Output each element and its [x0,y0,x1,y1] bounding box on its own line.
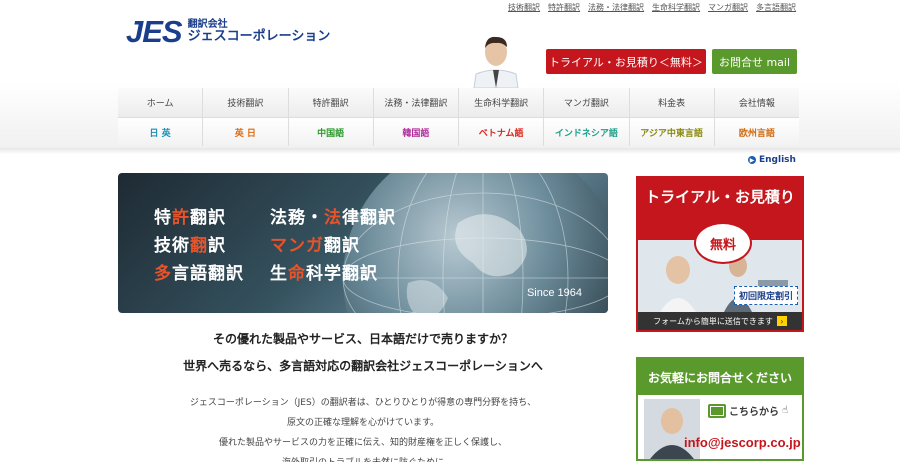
arrow-circle-icon: ▶ [748,156,756,164]
pointer-hand-icon: ☝ [782,405,789,416]
nav-lang-asia-middle-east[interactable]: アジア中東言語 [628,118,714,146]
contact-mail-button[interactable]: お問合せ mail [712,49,797,74]
sidebar-trial-footer: フォームから簡単に送信できます › [638,312,802,330]
logo-text: 翻訳会社 ジェスコーポレーション [188,19,331,44]
logo-company-name: ジェスコーポレーション [187,28,331,44]
contact-person-photo [644,399,700,459]
intro-paragraph: ジェスコーポレーション（JES）の翻訳者は、ひとりひとりが得意の専門分野を持ち、… [118,393,608,462]
nav-lang-korean[interactable]: 韓国語 [372,118,458,146]
trial-estimate-button[interactable]: トライアル・お見積り＜無料＞ [546,49,706,74]
site-logo[interactable]: JES 翻訳会社 ジェスコーポレーション [126,16,330,47]
banner-manga: マンガ翻訳 [270,236,360,256]
top-links: 技術翻訳 特許翻訳 法務・法律翻訳 生命科学翻訳 マンガ翻訳 多言語翻訳 [508,2,796,13]
nav-item-patent[interactable]: 特許翻訳 [287,88,373,117]
banner-lifescience: 生命科学翻訳 [270,264,378,284]
top-link-multilingual[interactable]: 多言語翻訳 [756,2,796,13]
sidebar-contact-title: お気軽にお問合せください [638,359,802,395]
nav-item-home[interactable]: ホーム [118,88,202,117]
since-label: Since 1964 [526,287,582,299]
logo-mark: JES [126,14,183,49]
intro-line: 海外取引のトラブルを未然に防ぐために [118,453,608,462]
nav-lang-en-ja[interactable]: 英 日 [202,118,287,146]
nav-lang-indonesian[interactable]: インドネシア語 [543,118,628,146]
nav-lang-vietnamese[interactable]: ベトナム語 [458,118,543,146]
nav-item-company[interactable]: 会社情報 [713,88,799,117]
nav-lang-european[interactable]: 欧州言語 [713,118,799,146]
banner-technical: 技術翻訳 [154,236,226,256]
banner-multilingual: 多言語翻訳 [154,264,244,284]
intro-line: 優れた製品やサービスの力を正確に伝え、知的財産権を正しく保護し、 [218,438,507,448]
mail-icon [708,403,726,418]
top-link-technical[interactable]: 技術翻訳 [508,2,540,13]
hero-banner: 特許翻訳 法務・法律翻訳 技術翻訳 マンガ翻訳 多言語翻訳 生命科学翻訳 Sin… [118,173,608,313]
nav-lang-chinese[interactable]: 中国語 [287,118,373,146]
headline-line-2: 世界へ売るなら、多言語対応の翻訳会社ジェスコーポレーションへ [183,359,543,373]
sidebar-trial-banner[interactable]: トライアル・お見積り 無料 初回限定割引 フォームから簡単に送信できます › [636,176,804,332]
top-link-patent[interactable]: 特許翻訳 [548,2,580,13]
nav-item-technical[interactable]: 技術翻訳 [202,88,287,117]
main-navigation: ホーム 技術翻訳 特許翻訳 法務・法律翻訳 生命科学翻訳 マンガ翻訳 料金表 会… [118,88,799,146]
sidebar-trial-footer-label: フォームから簡単に送信できます [653,316,773,326]
chevron-right-icon: › [776,316,787,326]
contact-cta[interactable]: こちらから ☝ [708,403,788,418]
nav-lang-ja-en[interactable]: 日 英 [118,118,202,146]
businessman-photo [466,30,526,88]
nav-item-pricing[interactable]: 料金表 [628,88,714,117]
contact-cta-label: こちらから [729,407,779,418]
first-time-discount-badge: 初回限定割引 [733,286,798,305]
banner-legal: 法務・法律翻訳 [270,208,396,228]
headline-line-1: その優れた製品やサービス、日本語だけで売りますか？ [212,332,513,346]
intro-line: 原文の正確な理解を心がけています。 [286,418,440,428]
top-link-legal[interactable]: 法務・法律翻訳 [588,2,644,13]
intro-line: ジェスコーポレーション（JES）の翻訳者は、ひとりひとりが得意の専門分野を持ち、 [189,398,537,408]
nav-item-manga[interactable]: マンガ翻訳 [543,88,628,117]
free-badge: 無料 [694,222,752,264]
nav-service-row: ホーム 技術翻訳 特許翻訳 法務・法律翻訳 生命科学翻訳 マンガ翻訳 料金表 会… [118,88,799,117]
nav-language-row: 日 英 英 日 中国語 韓国語 ベトナム語 インドネシア語 アジア中東言語 欧州… [118,117,799,146]
top-link-lifescience[interactable]: 生命科学翻訳 [652,2,700,13]
banner-patent: 特許翻訳 [154,208,226,228]
contact-email[interactable]: info@jescorp.co.jp [684,435,801,450]
english-site-link[interactable]: ▶ English [748,155,796,165]
sidebar-contact-banner[interactable]: お気軽にお問合せください こちらから ☝ info@jescorp.co.jp [636,357,804,461]
header-divider [0,148,900,154]
nav-item-legal[interactable]: 法務・法律翻訳 [372,88,458,117]
nav-item-lifescience[interactable]: 生命科学翻訳 [458,88,543,117]
top-link-manga[interactable]: マンガ翻訳 [708,2,748,13]
english-link-label: English [759,155,796,165]
